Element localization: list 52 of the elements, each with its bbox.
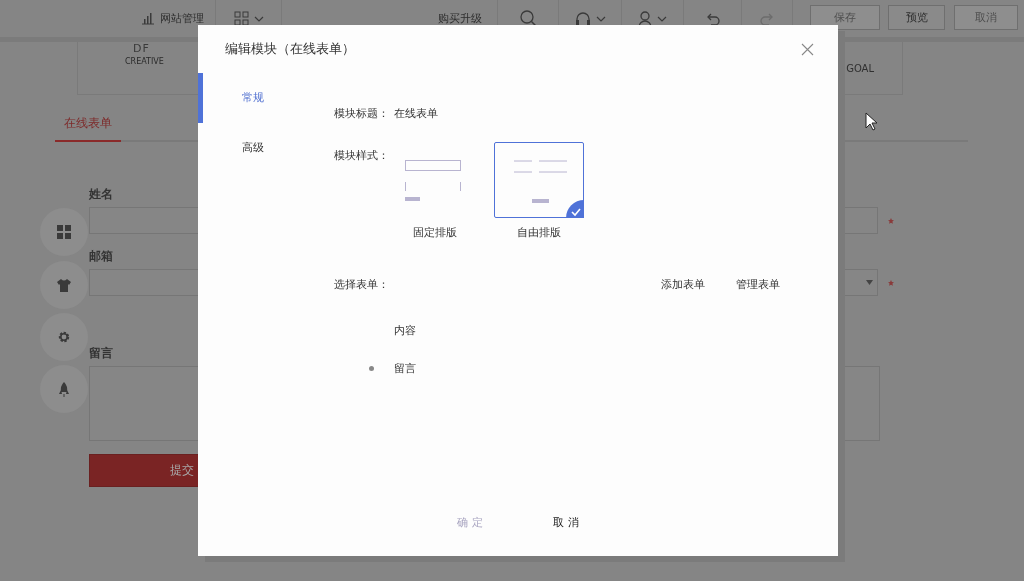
undo-icon[interactable] — [705, 11, 720, 26]
nav-tab[interactable]: 高级 — [198, 123, 334, 173]
field-label: 留言 — [89, 346, 114, 360]
grid-menu-button[interactable] — [233, 11, 264, 26]
caret-icon — [253, 14, 264, 23]
caret-icon — [595, 14, 606, 23]
logo-text: GOAL — [846, 62, 874, 74]
field-option[interactable]: 内容 — [394, 322, 416, 338]
toolbar-button[interactable]: 预览 — [888, 5, 945, 30]
user-icon[interactable] — [638, 10, 652, 27]
close-button[interactable] — [801, 42, 814, 56]
cancel-button[interactable]: 取 消 — [531, 514, 601, 530]
field-label: 选择表单： — [334, 277, 390, 293]
option-label: 自由排版 — [517, 225, 561, 241]
logo-caption: CREATIVE — [125, 57, 164, 66]
gear-icon — [57, 330, 71, 344]
caret-icon — [657, 14, 667, 23]
dialog-title: 编辑模块（在线表单） — [225, 40, 355, 58]
option-label: 固定排版 — [413, 225, 457, 241]
close-icon — [801, 42, 814, 56]
search-icon[interactable] — [519, 10, 537, 27]
fixed-layout-drawing — [405, 160, 461, 201]
dropdown-arrow-icon — [866, 280, 873, 285]
radio-dot[interactable] — [369, 365, 374, 371]
side-tool-button[interactable] — [40, 365, 88, 413]
shirt-icon — [56, 278, 72, 292]
field-label: 姓名 — [89, 187, 114, 201]
field-option[interactable]: 留言 — [394, 360, 416, 376]
grid-icon — [57, 225, 71, 239]
form-action-link[interactable]: 管理表单 — [736, 277, 780, 293]
buy-upgrade-link[interactable]: 购买升级 — [437, 11, 482, 26]
free-layout-drawing — [513, 160, 568, 203]
side-tool-button[interactable] — [40, 208, 88, 256]
bar-chart-icon — [141, 12, 155, 25]
headset-icon[interactable] — [574, 11, 591, 26]
field-label: 模块标题： — [334, 106, 390, 122]
grid-icon — [233, 11, 249, 26]
form-tab[interactable]: 在线表单 — [55, 108, 121, 142]
logo-mark: DF — [133, 42, 150, 55]
layout-option[interactable] — [494, 142, 584, 218]
pointer-icon — [865, 112, 878, 131]
nav-tab[interactable]: 常规 — [198, 73, 334, 123]
title-value: 在线表单 — [394, 106, 438, 122]
check-icon — [566, 200, 584, 218]
field-label: 邮箱 — [89, 249, 114, 263]
form-action-link[interactable]: 添加表单 — [661, 277, 705, 293]
rocket-icon — [58, 381, 70, 397]
side-tool-button[interactable] — [40, 261, 88, 309]
field-label: 模块样式： — [334, 148, 390, 164]
site-manage-link[interactable]: 网站管理 — [160, 11, 204, 26]
side-tool-button[interactable] — [40, 313, 88, 361]
redo-icon[interactable] — [759, 11, 775, 26]
